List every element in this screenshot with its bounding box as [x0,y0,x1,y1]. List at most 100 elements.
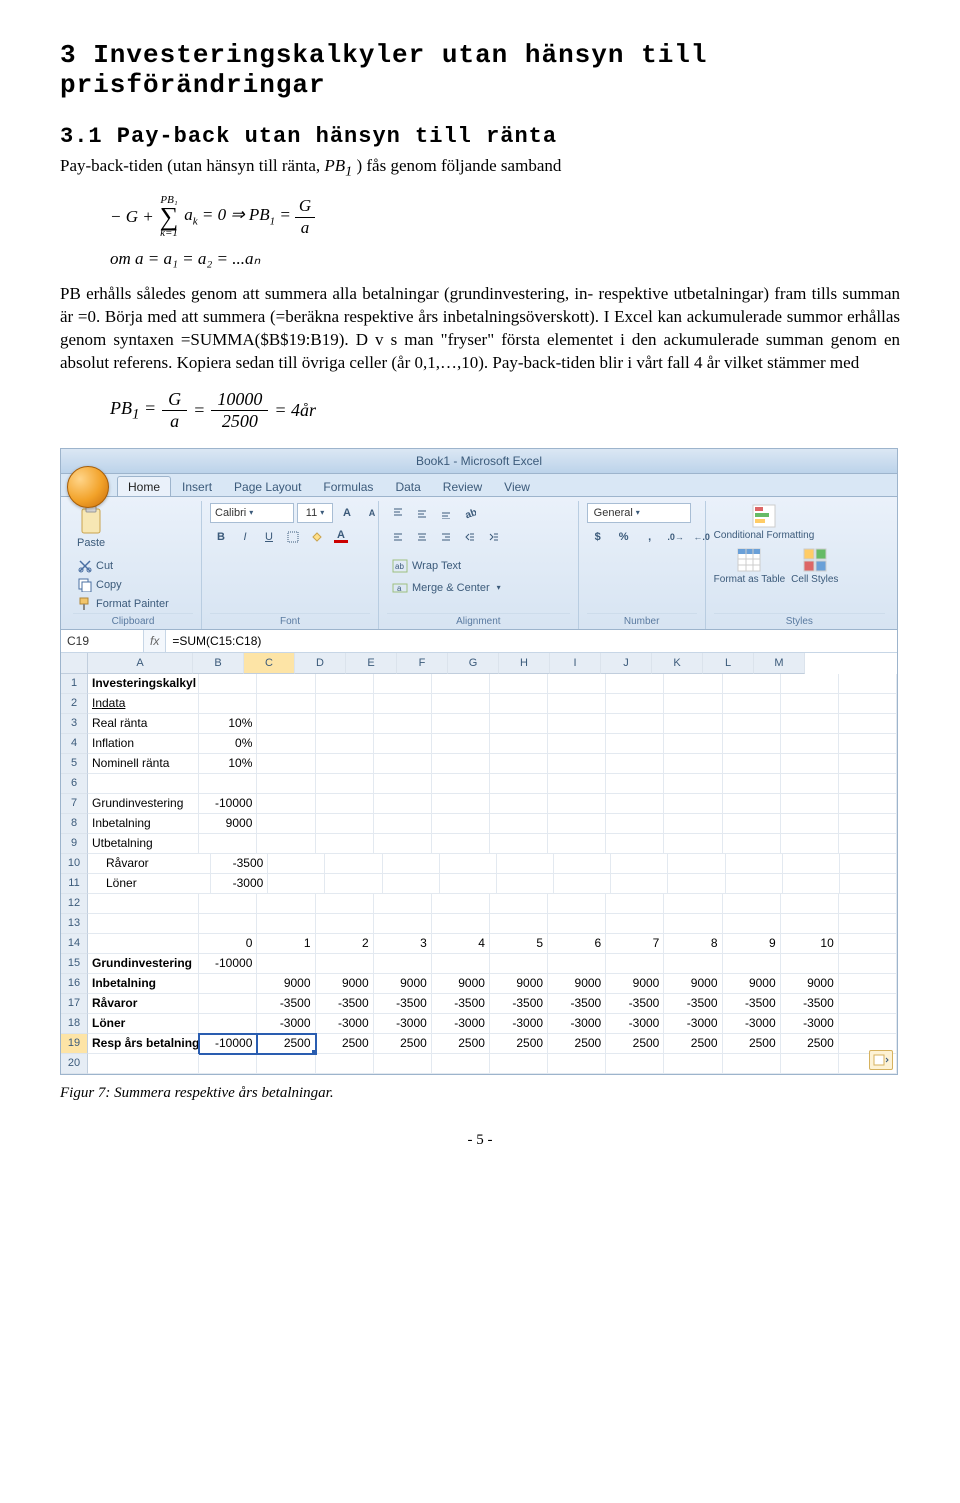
cell[interactable] [490,1054,548,1074]
cell[interactable]: Real ränta [88,714,199,734]
cell[interactable] [781,694,839,714]
currency-button[interactable]: $ [587,527,609,547]
tab-insert[interactable]: Insert [171,476,223,496]
cell[interactable]: 9000 [374,974,432,994]
cell[interactable] [723,774,781,794]
cell[interactable] [490,674,548,694]
cell[interactable] [781,714,839,734]
cell[interactable] [432,834,490,854]
cell[interactable] [606,894,664,914]
cell[interactable]: 10 [781,934,839,954]
cell[interactable] [548,1054,606,1074]
column-header[interactable]: E [346,653,397,674]
cell[interactable] [316,734,374,754]
cell[interactable] [257,1054,315,1074]
cell[interactable] [554,854,611,874]
cell[interactable] [839,754,897,774]
row-header[interactable]: 20 [61,1054,88,1074]
format-as-table-button[interactable]: Format as Table [714,547,786,585]
cell[interactable] [606,774,664,794]
cell[interactable] [257,734,315,754]
row-header[interactable]: 12 [61,894,88,914]
cell[interactable] [440,874,497,894]
cell[interactable]: 9000 [257,974,315,994]
cell[interactable] [374,914,432,934]
cell[interactable] [199,674,257,694]
cell[interactable]: -3500 [432,994,490,1014]
grow-font-button[interactable]: A [336,503,358,523]
cell[interactable] [839,794,897,814]
row-header[interactable]: 6 [61,774,88,794]
cell[interactable] [548,714,606,734]
increase-indent-button[interactable] [483,527,505,547]
cell[interactable] [316,714,374,734]
row-header[interactable]: 17 [61,994,88,1014]
cell[interactable] [723,954,781,974]
cell[interactable] [199,994,257,1014]
cell[interactable] [723,1054,781,1074]
underline-button[interactable]: U [258,527,280,547]
cell[interactable] [374,814,432,834]
cell[interactable]: Inbetalning [88,974,199,994]
cell[interactable] [606,754,664,774]
row-header[interactable]: 14 [61,934,88,954]
cell[interactable]: Löner [88,1014,199,1034]
cell[interactable] [781,954,839,974]
cell[interactable] [781,794,839,814]
row-header[interactable]: 18 [61,1014,88,1034]
cell[interactable]: -3000 [211,874,268,894]
cell[interactable] [839,734,897,754]
column-header[interactable]: C [244,653,295,674]
cell[interactable] [839,694,897,714]
align-center-button[interactable] [411,527,433,547]
cell[interactable] [781,894,839,914]
cell[interactable] [839,674,897,694]
row-header[interactable]: 9 [61,834,88,854]
cell[interactable] [781,814,839,834]
cell[interactable]: 2500 [257,1034,315,1054]
row-header[interactable]: 5 [61,754,88,774]
cell[interactable] [554,874,611,894]
cell[interactable] [257,754,315,774]
cell[interactable] [723,674,781,694]
cell[interactable] [606,734,664,754]
cell[interactable]: 9000 [723,974,781,994]
cell[interactable] [257,714,315,734]
cell[interactable] [664,794,722,814]
tab-data[interactable]: Data [384,476,431,496]
office-button[interactable] [67,466,109,508]
cell[interactable]: Råvaror [88,994,199,1014]
cell[interactable]: 9000 [548,974,606,994]
cell[interactable] [839,934,897,954]
cell[interactable] [664,834,722,854]
border-button[interactable] [282,527,304,547]
cell[interactable] [316,954,374,974]
cell[interactable]: -3000 [316,1014,374,1034]
cell[interactable] [548,754,606,774]
cell[interactable]: 2 [316,934,374,954]
cell[interactable] [606,714,664,734]
cell[interactable] [88,1054,199,1074]
cell[interactable] [490,754,548,774]
cell[interactable] [432,774,490,794]
cell[interactable] [839,914,897,934]
cell[interactable] [257,774,315,794]
select-all-corner[interactable] [61,653,88,674]
cell[interactable] [199,894,257,914]
cell[interactable] [490,694,548,714]
cell[interactable] [325,854,382,874]
cell[interactable]: 2500 [548,1034,606,1054]
cut-button[interactable]: Cut [73,557,174,575]
fx-icon[interactable]: fx [144,634,165,648]
cell[interactable] [783,854,840,874]
tab-view[interactable]: View [493,476,541,496]
cell[interactable]: Inbetalning [88,814,199,834]
cell[interactable]: Inflation [88,734,199,754]
worksheet[interactable]: 1234567891011121314151617181920ABCDEFGHI… [61,653,897,1074]
cell[interactable] [199,774,257,794]
row-header[interactable]: 1 [61,674,88,694]
cell[interactable]: -10000 [199,1034,257,1054]
cell[interactable]: -3000 [432,1014,490,1034]
cell[interactable] [432,1054,490,1074]
cell[interactable] [839,894,897,914]
